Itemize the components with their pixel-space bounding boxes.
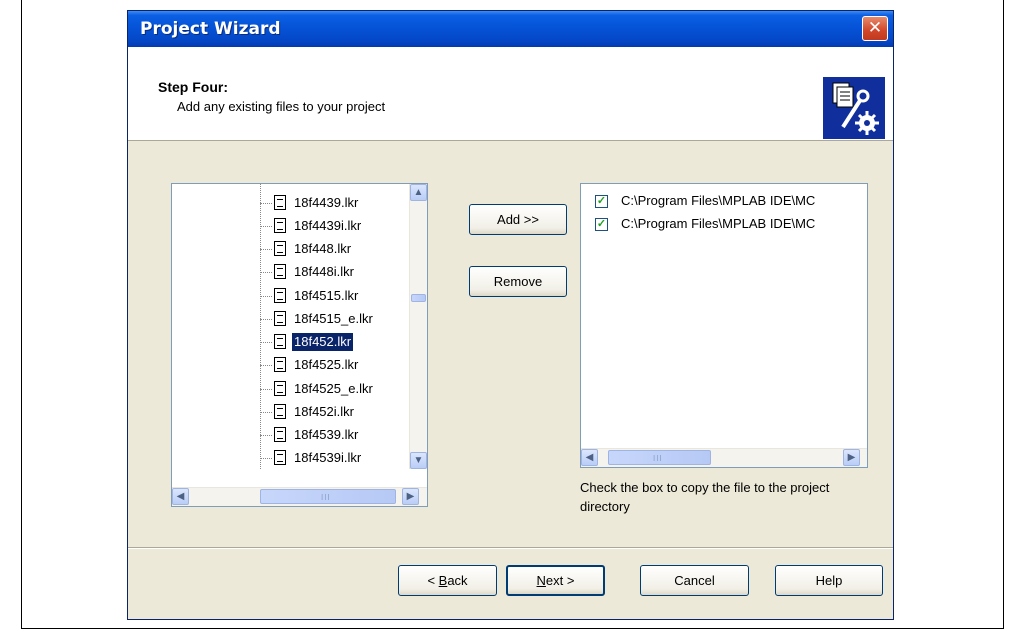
scroll-grip: III [321,493,331,502]
copy-file-checkbox[interactable]: ✓ [595,218,608,231]
tree-branch-line [260,319,272,320]
tree-item-label: 18f448.lkr [294,241,352,256]
tree-branch-line [260,296,272,297]
scroll-right-icon: ▶ [406,491,415,502]
file-icon [274,334,286,349]
help-button[interactable]: Help [775,565,883,596]
add-button-label: Add >> [497,212,539,227]
tree-item-label: 18f448i.lkr [294,264,354,279]
step-description: Add any existing files to your project [177,99,386,114]
file-icon [274,288,286,303]
horizontal-scroll-thumb[interactable]: III [260,489,396,504]
vertical-scroll-thumb[interactable] [411,294,426,302]
tree-branch-line [260,458,272,459]
copy-files-hint: Check the box to copy the file to the pr… [580,480,830,514]
help-button-label: Help [815,573,843,588]
project-files-list[interactable]: ✓ C:\Program Files\MPLAB IDE\MC ✓ C:\Pro… [580,183,868,468]
scroll-up-button[interactable]: ▲ [410,184,427,201]
tree-item-label: 18f4525_e.lkr [294,381,373,396]
cancel-button[interactable]: Cancel [640,565,749,596]
next-button-label: ext > [545,573,575,588]
horizontal-scroll-thumb[interactable]: III [608,450,711,465]
copy-file-checkbox[interactable]: ✓ [595,195,608,208]
file-tree[interactable]: 18f4439.lkr 18f4439i.lkr 18f448.lkr 18f4… [171,183,428,507]
file-icon [274,264,286,279]
tree-item-label: 18f4439.lkr [294,195,359,210]
tree-item-label: 18f4439i.lkr [294,218,362,233]
tree-branch-line [260,412,272,413]
scroll-down-button[interactable]: ▼ [410,452,427,469]
step-title: Step Four: [158,79,228,95]
tree-item-label: 18f4515.lkr [294,288,359,303]
next-button[interactable]: Next > [506,565,605,596]
add-button[interactable]: Add >> [469,204,567,235]
back-button[interactable]: < Back [398,565,497,596]
tree-item-label: 18f452i.lkr [294,404,354,419]
tree-branch-line [260,389,272,390]
tree-branch-line [260,203,272,204]
check-icon: ✓ [596,195,607,207]
tree-branch-line [260,342,272,343]
tree-item-label: 18f4525.lkr [294,357,359,372]
scroll-right-icon: ▶ [847,452,856,463]
scroll-right-button[interactable]: ▶ [402,488,419,505]
next-button-accesskey: N [536,573,546,588]
file-icon [274,381,286,396]
project-file-path: C:\Program Files\MPLAB IDE\MC [621,216,816,231]
tree-branch-line [260,226,272,227]
scroll-left-button[interactable]: ◀ [172,488,189,505]
tree-branch-line [260,435,272,436]
tree-item-label: 18f452.lkr [292,333,354,351]
tree-vertical-scrollbar[interactable]: ▲ ▼ [409,184,427,469]
project-wizard-dialog: Project Wizard ✕ Step Four: Add any exis… [127,10,894,620]
tree-branch-line [260,365,272,366]
tree-horizontal-scrollbar[interactable]: ◀ III ▶ [172,487,427,506]
project-file-path: C:\Program Files\MPLAB IDE\MC [621,193,816,208]
file-icon [274,427,286,442]
scroll-down-icon: ▼ [413,455,424,466]
tree-item-label: 18f4515_e.lkr [294,311,373,326]
scroll-left-icon: ◀ [585,452,594,463]
tree-item-label: 18f4539i.lkr [294,450,362,465]
back-button-label: ack [447,573,468,588]
close-icon: ✕ [867,18,883,38]
scroll-grip: III [653,454,663,463]
remove-button-label: Remove [493,274,543,289]
file-icon [274,218,286,233]
wizard-header: Step Four: Add any existing files to you… [128,47,893,141]
files-wrench-gear-icon [823,77,885,139]
check-icon: ✓ [596,218,607,230]
footer-divider [128,547,893,549]
file-icon [274,450,286,465]
file-icon [274,241,286,256]
tree-branch-line [260,249,272,250]
scroll-up-icon: ▲ [413,187,424,198]
scroll-left-icon: ◀ [176,491,185,502]
cancel-button-label: Cancel [674,573,715,588]
file-icon [274,195,286,210]
scroll-right-button[interactable]: ▶ [843,449,860,466]
file-icon [274,357,286,372]
files-horizontal-scrollbar[interactable]: ◀ III ▶ [581,448,867,467]
scroll-left-button[interactable]: ◀ [581,449,598,466]
back-button-prefix: < [427,573,439,588]
tree-branch-line [260,272,272,273]
file-icon [274,404,286,419]
window-title: Project Wizard [140,19,281,39]
close-button[interactable]: ✕ [862,16,888,41]
tree-item-label: 18f4539.lkr [294,427,359,442]
title-bar[interactable]: Project Wizard ✕ [128,11,893,47]
file-selection-area: 18f4439.lkr 18f4439i.lkr 18f448.lkr 18f4… [128,141,893,541]
remove-button[interactable]: Remove [469,266,567,297]
file-icon [274,311,286,326]
